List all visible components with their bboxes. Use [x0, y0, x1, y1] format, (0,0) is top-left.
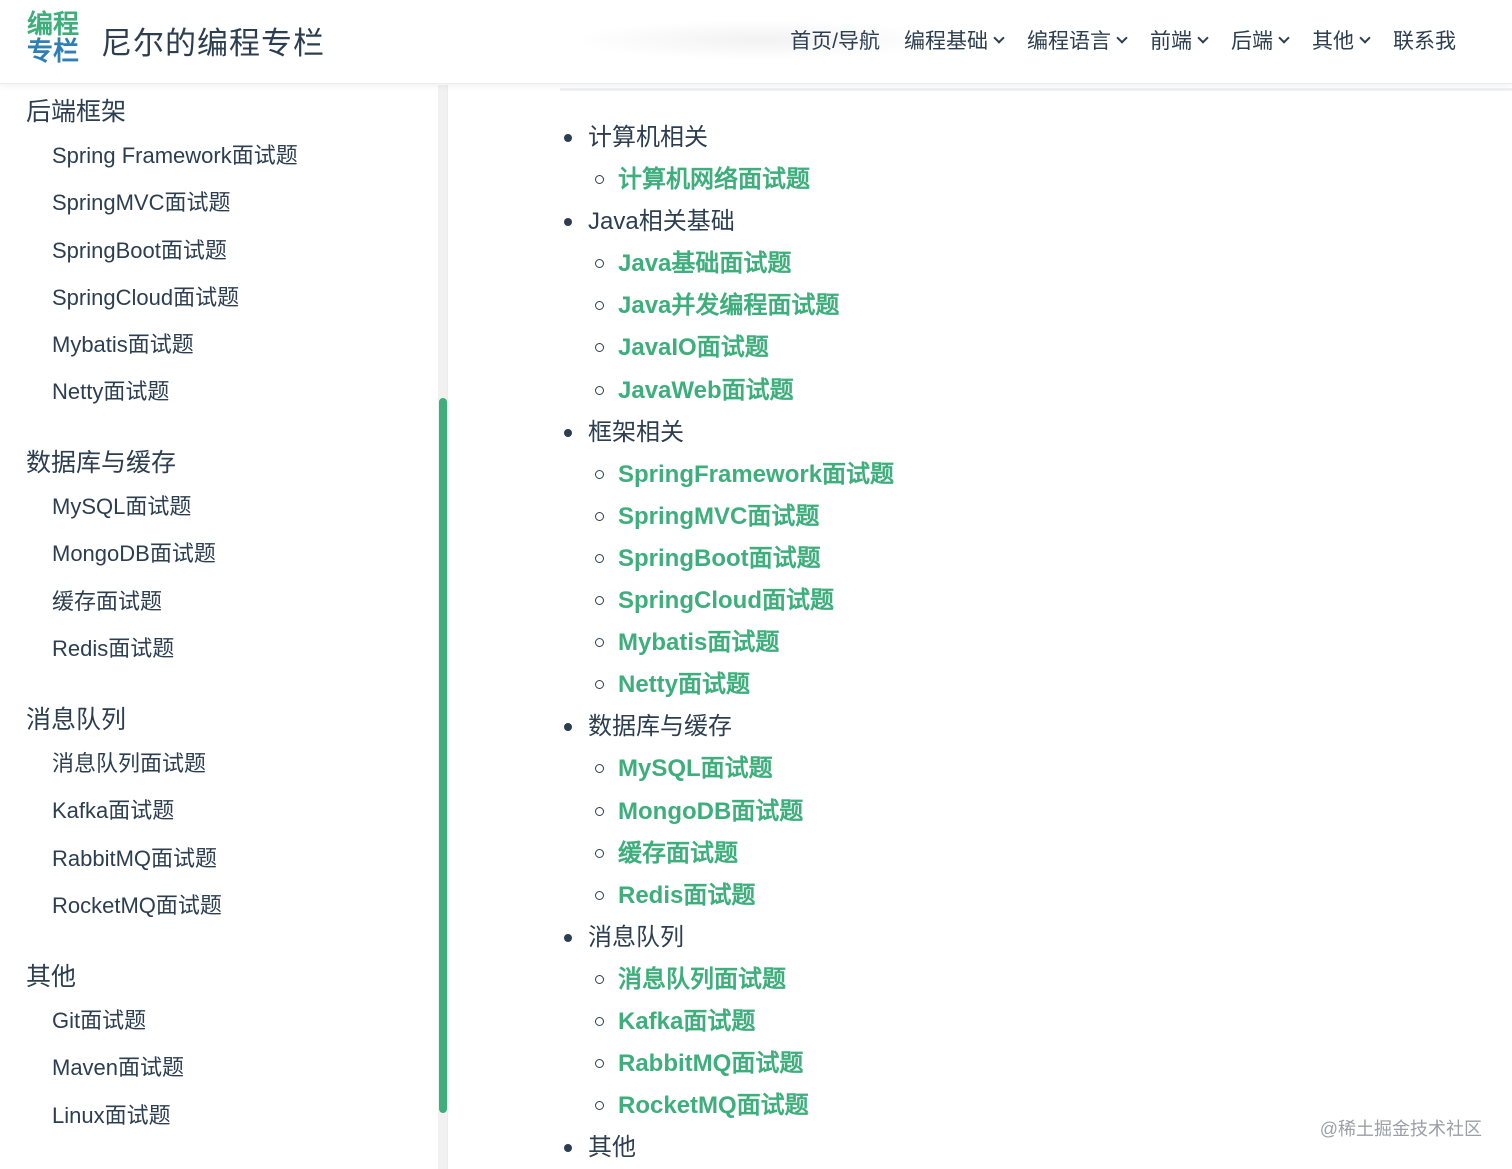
chevron-down-icon — [1359, 32, 1371, 44]
sidebar-link[interactable]: SpringMVC面试题 — [52, 179, 298, 226]
content-list: 计算机相关 计算机网络面试题 Java相关基础 Java基础面试题 Java并发编程面试… — [560, 117, 894, 1169]
content-link[interactable]: SpringFramework面试题 — [560, 454, 894, 496]
sidebar-link[interactable]: Linux面试题 — [52, 1092, 184, 1139]
nav-item-4[interactable]: 后端 — [1219, 24, 1300, 56]
category-item: 计算机相关 — [560, 117, 894, 159]
sidebar-scrollbar-thumb[interactable] — [439, 398, 447, 1113]
watermark: @稀土掘金技术社区 — [1319, 1119, 1482, 1139]
content-divider — [560, 88, 1512, 91]
sidebar-group: 数据库与缓存 MySQL面试题 MongoDB面试题 缓存面试题 Redis面试题 — [26, 443, 216, 672]
content-link[interactable]: Mybatis面试题 — [560, 622, 894, 664]
content-link[interactable]: MySQL面试题 — [560, 748, 894, 790]
sidebar-link[interactable]: Redis面试题 — [52, 625, 216, 672]
chevron-down-icon — [1197, 32, 1209, 44]
sidebar-group-title[interactable]: 消息队列 — [26, 700, 222, 740]
sidebar-group: 消息队列 消息队列面试题 Kafka面试题 RabbitMQ面试题 RocketMQ面试… — [26, 700, 222, 929]
sidebar-link[interactable]: RocketMQ面试题 — [52, 882, 222, 929]
chevron-down-icon — [1116, 32, 1128, 44]
sidebar-link[interactable]: Kafka面试题 — [52, 787, 222, 834]
content-link[interactable]: 消息队列面试题 — [560, 959, 894, 1001]
content-link[interactable]: JavaWeb面试题 — [560, 370, 894, 412]
nav-item-5[interactable]: 其他 — [1300, 24, 1381, 56]
nav-item-6[interactable]: 联系我 — [1381, 24, 1468, 56]
sidebar-link[interactable]: Mybatis面试题 — [52, 321, 298, 368]
content-link[interactable]: SpringMVC面试题 — [560, 496, 894, 538]
category-item: 框架相关 — [560, 412, 894, 454]
content-link[interactable]: Java基础面试题 — [560, 243, 894, 285]
sidebar-link[interactable]: 消息队列面试题 — [52, 740, 222, 787]
sidebar-link[interactable]: MySQL面试题 — [52, 483, 216, 530]
nav-item-label: 编程基础 — [904, 30, 988, 53]
sidebar-link[interactable]: Maven面试题 — [52, 1044, 184, 1091]
sidebar-group-title[interactable]: 后端框架 — [26, 92, 298, 132]
nav-item-label: 前端 — [1150, 30, 1192, 53]
category-item: 消息队列 — [560, 917, 894, 959]
sidebar-group: 后端框架 Spring Framework面试题 SpringMVC面试题 Sprin… — [26, 92, 298, 416]
nav-item-label: 联系我 — [1393, 30, 1456, 53]
content-link[interactable]: Netty面试题 — [560, 664, 894, 706]
content-link[interactable]: 计算机网络面试题 — [560, 159, 894, 201]
content-link[interactable]: Java并发编程面试题 — [560, 285, 894, 327]
site-title[interactable]: 尼尔的编程专栏 — [101, 18, 325, 63]
content-link[interactable]: SpringCloud面试题 — [560, 580, 894, 622]
site-logo[interactable]: 编程 专栏 — [24, 9, 82, 67]
nav-item-label: 其他 — [1312, 30, 1354, 53]
sidebar-group-title[interactable]: 数据库与缓存 — [26, 443, 216, 483]
sidebar: 后端框架 Spring Framework面试题 SpringMVC面试题 Sprin… — [0, 85, 448, 1169]
logo-line-2: 专栏 — [26, 36, 79, 66]
sidebar-link[interactable]: SpringCloud面试题 — [52, 274, 298, 321]
content-link[interactable]: RabbitMQ面试题 — [560, 1043, 894, 1085]
nav-item-label: 后端 — [1231, 30, 1273, 53]
nav-item-0[interactable]: 首页/导航 — [778, 24, 892, 56]
chevron-down-icon — [1278, 32, 1290, 44]
sidebar-link[interactable]: Spring Framework面试题 — [52, 132, 298, 179]
content-link[interactable]: SpringBoot面试题 — [560, 538, 894, 580]
content-link[interactable]: MongoDB面试题 — [560, 791, 894, 833]
category-item: 其他 — [560, 1127, 894, 1169]
nav-item-2[interactable]: 编程语言 — [1015, 24, 1138, 56]
sidebar-group-title[interactable]: 其他 — [26, 957, 184, 997]
nav-item-1[interactable]: 编程基础 — [892, 24, 1015, 56]
nav-item-3[interactable]: 前端 — [1138, 24, 1219, 56]
content-link[interactable]: 缓存面试题 — [560, 833, 894, 875]
chevron-down-icon — [993, 32, 1005, 44]
nav-item-label: 首页/导航 — [790, 30, 880, 53]
content-link[interactable]: Redis面试题 — [560, 875, 894, 917]
nav-item-label: 编程语言 — [1027, 30, 1111, 53]
category-item: 数据库与缓存 — [560, 706, 894, 748]
top-navbar: 编程 专栏 尼尔的编程专栏 首页/导航 编程基础 编程语言 前端 后端 其他 联系我 — [0, 0, 1512, 84]
content-link[interactable]: JavaIO面试题 — [560, 327, 894, 369]
nav-links: 首页/导航 编程基础 编程语言 前端 后端 其他 联系我 — [778, 24, 1468, 56]
sidebar-link[interactable]: SpringBoot面试题 — [52, 227, 298, 274]
sidebar-link[interactable]: MongoDB面试题 — [52, 530, 216, 577]
content-link[interactable]: Kafka面试题 — [560, 1001, 894, 1043]
sidebar-link[interactable]: Git面试题 — [52, 997, 184, 1044]
sidebar-link[interactable]: Netty面试题 — [52, 368, 298, 415]
sidebar-group: 其他 Git面试题 Maven面试题 Linux面试题 — [26, 957, 184, 1139]
category-item: Java相关基础 — [560, 201, 894, 243]
content-link[interactable]: RocketMQ面试题 — [560, 1085, 894, 1127]
logo-line-1: 编程 — [26, 9, 79, 39]
sidebar-link[interactable]: 缓存面试题 — [52, 578, 216, 625]
sidebar-link[interactable]: RabbitMQ面试题 — [52, 835, 222, 882]
